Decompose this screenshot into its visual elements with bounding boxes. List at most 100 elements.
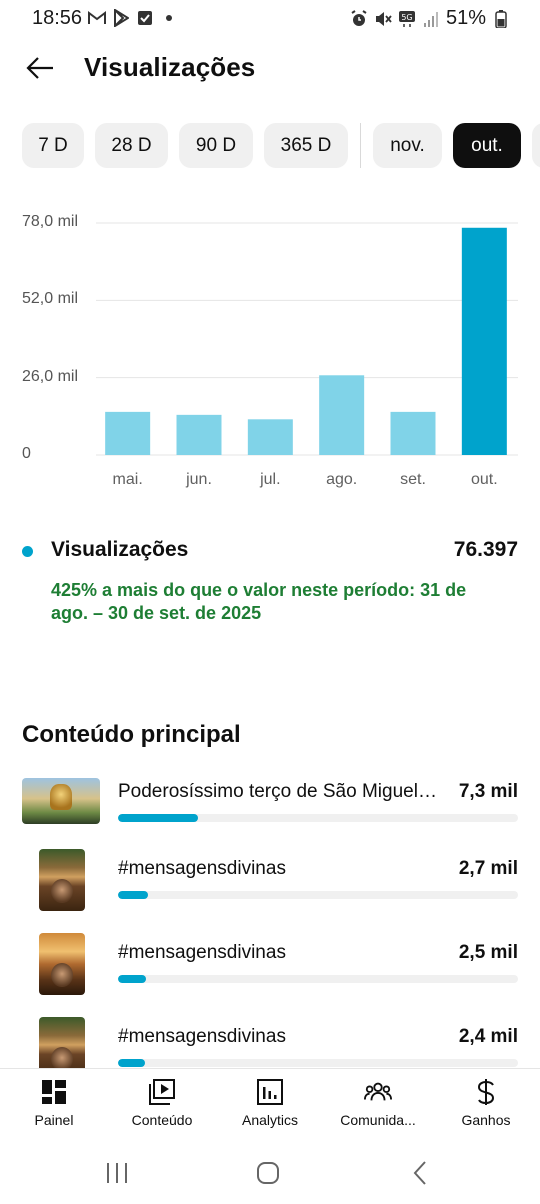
period-chip-label: 90 D	[195, 134, 237, 156]
list-item[interactable]: #mensagensdivinas 2,5 mil	[0, 931, 540, 1011]
nav-item-painel[interactable]: Painel	[0, 1069, 108, 1137]
system-nav-bar	[0, 1140, 540, 1204]
back-nav-button[interactable]	[400, 1158, 440, 1188]
chart-bar-mai[interactable]	[105, 411, 151, 455]
recents-button[interactable]	[97, 1158, 137, 1188]
chart-bar-ago[interactable]	[319, 375, 365, 455]
period-chip-365d[interactable]: 365 D	[264, 123, 348, 168]
mute-icon	[374, 10, 392, 28]
task-check-icon	[136, 9, 154, 27]
x-tick-label: jun.	[186, 471, 212, 488]
nav-label: Comunida...	[340, 1112, 416, 1128]
views-chart: 0 26,0 mil 52,0 mil 78,0 mil mai. jun. jul. ago…	[0, 205, 540, 505]
dot-icon	[160, 9, 178, 27]
bottom-nav: Painel Conteúdo Analytics Comunida... Ga…	[0, 1068, 540, 1136]
item-views: 2,5 mil	[458, 942, 518, 963]
item-views: 2,4 mil	[458, 1026, 518, 1047]
chart-bar-jun[interactable]	[176, 414, 222, 455]
arrow-left-icon	[26, 57, 53, 79]
page-title: Visualizações	[84, 52, 256, 82]
nav-label: Conteúdo	[131, 1112, 193, 1128]
home-button[interactable]	[248, 1158, 288, 1188]
nav-item-comunidade[interactable]: Comunida...	[324, 1069, 432, 1137]
item-title: Poderosíssimo terço de São Miguel Arcanj…	[118, 781, 438, 802]
notification-icons	[88, 9, 178, 27]
item-progress-fill	[118, 1059, 146, 1067]
5g-icon: 5G	[398, 10, 416, 28]
svg-text:5G: 5G	[401, 13, 412, 22]
item-title: #mensagensdivinas	[118, 858, 286, 879]
chip-divider	[360, 123, 361, 168]
item-progress	[118, 814, 518, 822]
item-progress	[118, 1059, 518, 1067]
period-chip-7d[interactable]: 7 D	[22, 123, 84, 168]
top-content-title: Conteúdo principal	[22, 721, 241, 748]
y-tick-label: 26,0 mil	[22, 367, 79, 385]
nav-item-conteudo[interactable]: Conteúdo	[108, 1069, 216, 1137]
item-title: #mensagensdivinas	[118, 942, 286, 963]
item-progress-fill	[118, 975, 146, 983]
dashboard-icon	[40, 1078, 68, 1106]
status-time: 18:56	[32, 7, 83, 29]
y-tick-label: 78,0 mil	[22, 213, 79, 230]
top-content-list: Poderosíssimo terço de São Miguel Arcanj…	[0, 770, 540, 1068]
list-item[interactable]: Poderosíssimo terço de São Miguel Arcanj…	[0, 770, 540, 850]
short-thumbnail	[39, 1017, 85, 1068]
battery-icon	[492, 9, 510, 28]
nav-label: Painel	[34, 1112, 74, 1128]
period-chip-nov[interactable]: nov.	[373, 123, 442, 168]
nav-item-analytics[interactable]: Analytics	[216, 1069, 324, 1137]
item-progress	[118, 891, 518, 899]
list-item[interactable]: #mensagensdivinas 2,7 mil	[0, 847, 540, 927]
signal-icon	[422, 10, 440, 28]
nav-label: Ganhos	[461, 1112, 511, 1128]
x-tick-label: ago.	[326, 471, 358, 488]
chart-bar-out[interactable]	[461, 227, 507, 455]
metric-value: 76.397	[453, 538, 518, 561]
back-nav-icon	[413, 1161, 426, 1185]
status-bar: 18:56 5G 51%	[0, 0, 540, 36]
gmail-icon	[88, 9, 106, 27]
earnings-icon	[472, 1078, 500, 1106]
period-chip-label: 7 D	[38, 134, 68, 156]
y-tick-label: 52,0 mil	[22, 290, 79, 308]
nav-label: Analytics	[241, 1112, 299, 1128]
system-status: 5G 51%	[350, 7, 510, 30]
nav-item-ganhos[interactable]: Ganhos	[432, 1069, 540, 1137]
back-button[interactable]	[20, 48, 60, 88]
period-chip-90d[interactable]: 90 D	[179, 123, 253, 168]
period-selector: 7 D 28 D 90 D 365 D nov. out.	[22, 123, 540, 168]
x-tick-label: out.	[470, 471, 498, 488]
period-chip-label: out.	[471, 134, 503, 156]
battery-percent: 51%	[445, 7, 486, 29]
metric-name: Visualizações	[51, 538, 189, 561]
period-chip-label: 365 D	[280, 134, 332, 156]
chart-bar-set[interactable]	[390, 411, 436, 455]
period-chip-label: nov.	[390, 134, 425, 156]
item-title: #mensagensdivinas	[118, 1026, 286, 1047]
chart-bar-jul[interactable]	[247, 419, 293, 455]
item-progress	[118, 975, 518, 983]
recents-icon	[107, 1163, 127, 1183]
period-chip-more[interactable]	[532, 123, 540, 168]
period-chip-label: 28 D	[111, 134, 152, 156]
metric-legend-dot	[22, 546, 33, 557]
community-icon	[364, 1078, 392, 1106]
period-chip-out[interactable]: out.	[453, 123, 521, 168]
item-progress-fill	[118, 814, 198, 822]
chart-svg	[96, 222, 518, 456]
period-chip-28d[interactable]: 28 D	[95, 123, 168, 168]
y-tick-label: 0	[22, 445, 31, 462]
short-thumbnail	[39, 933, 85, 995]
x-tick-label: jul.	[260, 471, 281, 488]
short-thumbnail	[39, 849, 85, 911]
content-icon	[148, 1078, 176, 1106]
item-views: 2,7 mil	[458, 858, 518, 879]
item-views: 7,3 mil	[458, 781, 518, 802]
x-tick-label: mai.	[112, 471, 143, 488]
item-progress-fill	[118, 891, 148, 899]
home-icon	[257, 1162, 279, 1184]
list-item[interactable]: #mensagensdivinas 2,4 mil	[0, 1015, 540, 1068]
x-tick-label: set.	[400, 471, 426, 488]
metric-comparison: 425% a mais do que o valor neste período…	[51, 580, 467, 623]
